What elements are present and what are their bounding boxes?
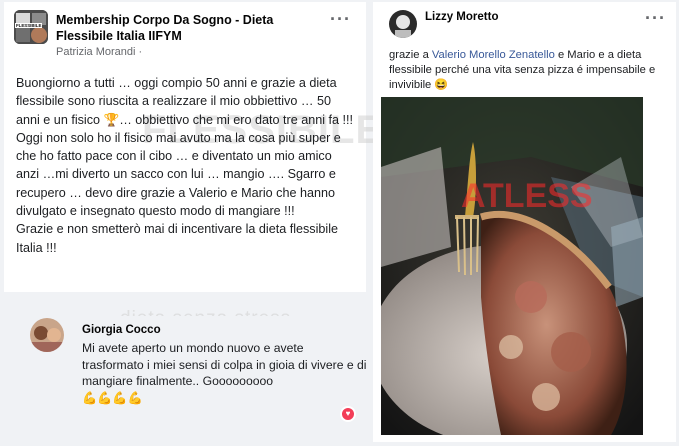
user-post-card: Lizzy Moretto ··· grazie a Valerio Morel… [373,2,676,442]
pizza-photo-image: ATLESS [381,97,643,435]
group-title[interactable]: Membership Corpo Da Sogno - Dieta Flessi… [56,12,316,44]
comment-body: Mi avete aperto un mondo nuovo e avete t… [82,341,367,388]
user-avatar-image [389,10,417,38]
post-author[interactable]: Patrizia Morandi [56,46,135,58]
group-avatar-label: FLESSIBILE [15,23,43,28]
post-author[interactable]: Lizzy Moretto [425,11,498,23]
pizza-photo[interactable]: ATLESS [381,97,643,435]
commenter-avatar-image [30,318,64,352]
user-avatar[interactable] [389,10,417,38]
post-text-start: grazie a [389,49,432,61]
watermark-on-photo: ATLESS [461,177,593,215]
group-post-card: FLESSIBILE Membership Corpo Da Sogno - D… [4,2,382,292]
post-author-line: Patrizia Morandi · [56,46,142,58]
mention-link[interactable]: Valerio Morello Zenatello [432,49,555,61]
author-separator: · [138,46,143,58]
group-avatar[interactable]: FLESSIBILE [14,10,48,44]
commenter-avatar[interactable] [30,318,64,352]
comment-text: Mi avete aperto un mondo nuovo e avete t… [82,340,367,406]
comment-emoji: 💪💪💪💪 [82,390,143,405]
more-options-icon[interactable]: ··· [645,9,666,27]
love-reaction-icon[interactable]: ♥ [340,406,356,422]
post-body-text: Buongiorno a tutti … oggi compio 50 anni… [16,76,353,255]
comment-bubble: Giorgia Cocco Mi avete aperto un mondo n… [70,316,367,412]
post-text: grazie a Valerio Morello Zenatello e Mar… [389,48,671,93]
commenter-name[interactable]: Giorgia Cocco [82,324,161,336]
more-options-icon[interactable]: ··· [330,10,351,28]
